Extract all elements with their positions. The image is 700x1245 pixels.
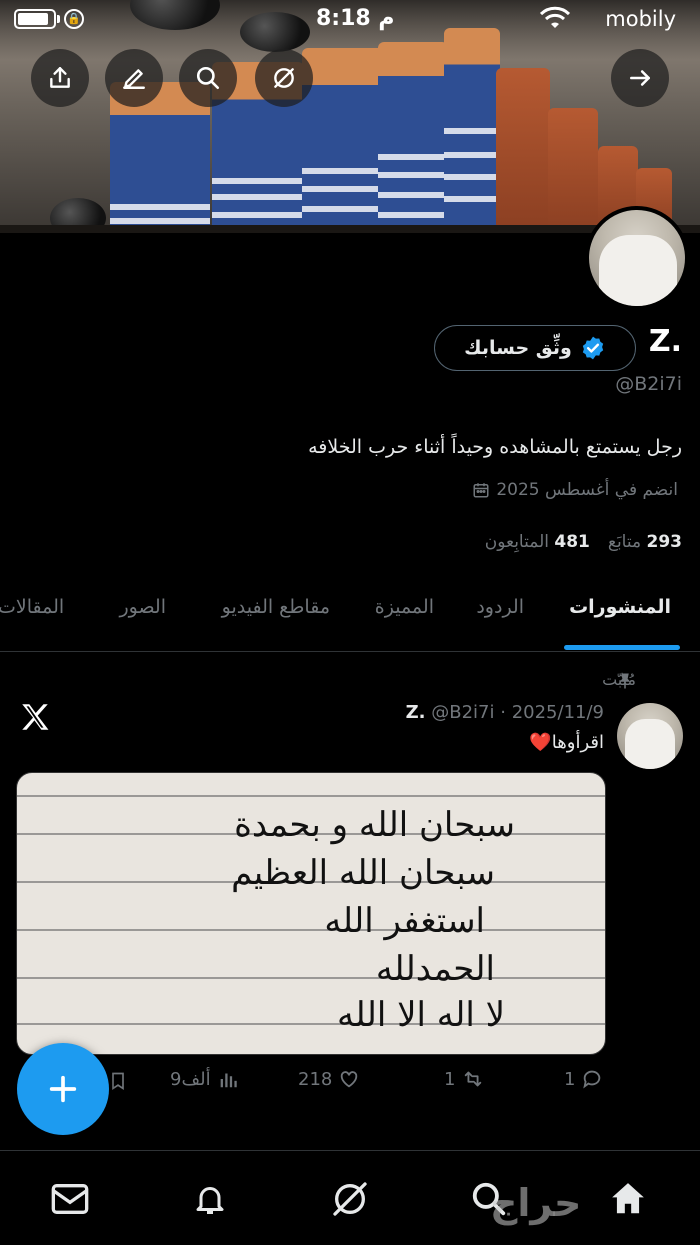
repost-count: 1 bbox=[444, 1068, 456, 1090]
views-button[interactable]: 9ألف bbox=[170, 1068, 239, 1090]
grok-icon bbox=[333, 1182, 367, 1216]
calendar-icon bbox=[473, 483, 489, 498]
profile-tabs: المنشورات الردود المميزة مقاطع الفيديو ا… bbox=[0, 580, 700, 652]
grok-icon bbox=[274, 68, 294, 88]
followers-link[interactable]: 481 المتابِعون bbox=[485, 532, 590, 552]
orientation-lock-icon: 🔒 bbox=[64, 9, 84, 29]
handwritten-line: سبحان الله و بحمدة bbox=[234, 805, 515, 845]
post-author-handle: @B2i7i bbox=[431, 702, 495, 723]
reply-count: 1 bbox=[564, 1068, 576, 1090]
share-icon bbox=[50, 67, 70, 88]
profile-name: Z. bbox=[648, 324, 682, 359]
forward-button[interactable] bbox=[611, 49, 669, 107]
compose-button[interactable] bbox=[17, 1043, 109, 1135]
handwritten-line: استغفر الله bbox=[324, 901, 485, 941]
reply-button[interactable]: 1 bbox=[564, 1068, 603, 1090]
tab-posts[interactable]: المنشورات bbox=[569, 596, 671, 618]
post-text: اقرأوها❤️ bbox=[529, 732, 604, 753]
watermark-logo: حراج bbox=[490, 1181, 582, 1225]
post-author-name[interactable]: Z. bbox=[406, 702, 426, 723]
status-time: 8:18 م bbox=[316, 6, 395, 31]
home-icon bbox=[612, 1183, 644, 1214]
repost-button[interactable]: 1 bbox=[444, 1068, 485, 1090]
tab-replies[interactable]: الردود bbox=[476, 596, 524, 618]
nav-grok[interactable] bbox=[328, 1177, 372, 1221]
nav-home[interactable] bbox=[606, 1177, 650, 1221]
profile-bio: رجل يستمتع بالمشاهده وحيداً أثناء حرب ال… bbox=[308, 436, 682, 458]
tab-photos[interactable]: الصور bbox=[119, 596, 166, 618]
like-button[interactable]: 218 bbox=[298, 1068, 360, 1090]
avatar-figure bbox=[625, 719, 675, 769]
tab-videos[interactable]: مقاطع الفيديو bbox=[222, 596, 330, 618]
active-tab-indicator bbox=[564, 645, 680, 650]
tab-articles[interactable]: المقالات bbox=[0, 596, 64, 618]
search-button[interactable] bbox=[179, 49, 237, 107]
post-image[interactable]: سبحان الله و بحمدة سبحان الله العظيم است… bbox=[16, 772, 606, 1055]
heart-icon bbox=[341, 1071, 358, 1088]
banner-cup bbox=[378, 42, 448, 232]
followers-count: 481 bbox=[554, 532, 590, 552]
handwritten-line: الحمدلله bbox=[375, 949, 495, 989]
search-icon bbox=[196, 66, 220, 90]
view-count: 9ألف bbox=[170, 1068, 211, 1090]
battery-icon bbox=[14, 9, 56, 29]
profile-avatar[interactable] bbox=[585, 206, 689, 310]
following-label: متابَع bbox=[607, 532, 642, 552]
tab-highlights[interactable]: المميزة bbox=[375, 596, 434, 618]
paper-line bbox=[17, 977, 605, 979]
nav-notifications[interactable] bbox=[188, 1177, 232, 1221]
post-separator: · bbox=[500, 702, 506, 723]
banner-cup bbox=[444, 28, 500, 232]
paper-line bbox=[17, 795, 605, 797]
mail-icon bbox=[51, 1184, 89, 1214]
status-carrier: mobily bbox=[605, 7, 676, 31]
handwritten-line: سبحان الله العظيم bbox=[231, 853, 495, 893]
arrow-right-icon bbox=[630, 70, 650, 86]
like-count: 218 bbox=[298, 1068, 333, 1090]
banner-cup bbox=[302, 48, 384, 232]
verified-badge-icon bbox=[582, 336, 604, 360]
nav-messages[interactable] bbox=[48, 1177, 92, 1221]
plus-icon bbox=[49, 1075, 77, 1103]
post-header: Z. @B2i7i · 2025/11/9 bbox=[406, 702, 604, 723]
profile-stats: 293 متابَع 481 المتابِعون bbox=[485, 532, 682, 552]
paper-line bbox=[17, 1023, 605, 1025]
joined-label: انضم في أغسطس 2025 bbox=[496, 480, 678, 500]
bookmark-icon[interactable] bbox=[108, 1070, 128, 1092]
post-date: 2025/11/9 bbox=[511, 702, 604, 723]
verify-account-button[interactable]: وثِّق حسابك bbox=[434, 325, 636, 371]
reply-icon bbox=[583, 1070, 601, 1089]
bell-icon bbox=[196, 1187, 224, 1214]
battery-tip bbox=[57, 15, 60, 23]
share-button[interactable] bbox=[31, 49, 89, 107]
edit-button[interactable] bbox=[105, 49, 163, 107]
following-link[interactable]: 293 متابَع bbox=[608, 532, 682, 552]
following-count: 293 bbox=[646, 532, 683, 552]
banner-cup bbox=[548, 108, 598, 232]
wifi-icon bbox=[540, 6, 570, 28]
handwritten-line: لا اله الا الله bbox=[337, 995, 505, 1035]
post-author-avatar[interactable] bbox=[617, 703, 683, 769]
bar-chart-icon bbox=[220, 1073, 237, 1088]
paper-line bbox=[17, 929, 605, 931]
banner-cup bbox=[496, 68, 550, 232]
x-logo-icon[interactable] bbox=[18, 700, 52, 734]
repost-icon bbox=[465, 1071, 482, 1087]
verify-account-label: وثِّق حسابك bbox=[464, 337, 572, 359]
bottom-nav: حراج bbox=[0, 1151, 700, 1245]
pencil-icon bbox=[123, 69, 145, 89]
avatar-figure bbox=[599, 235, 677, 306]
profile-handle: @B2i7i bbox=[615, 373, 682, 395]
grok-button[interactable] bbox=[255, 49, 313, 107]
joined-date: انضم في أغسطس 2025 bbox=[472, 480, 678, 500]
status-bar: 🔒 8:18 م mobily bbox=[0, 0, 700, 40]
followers-label: المتابِعون bbox=[484, 532, 549, 552]
pin-icon bbox=[619, 673, 631, 689]
